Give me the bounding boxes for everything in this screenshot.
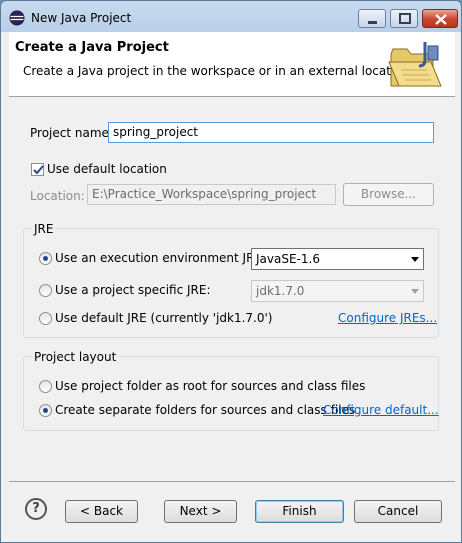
page-description: Create a Java project in the workspace o… <box>23 64 414 78</box>
eclipse-icon <box>9 10 25 26</box>
wizard-footer: ? < Back Next > Finish Cancel <box>9 481 455 536</box>
separate-folders-radio[interactable] <box>39 404 52 417</box>
execution-environment-value: JavaSE-1.6 <box>256 252 320 266</box>
java-project-folder-icon <box>388 42 442 87</box>
title-bar[interactable]: New Java Project <box>1 1 461 32</box>
minimize-icon <box>368 21 377 24</box>
finish-button[interactable]: Finish <box>255 500 344 523</box>
project-specific-jre-value: jdk1.7.0 <box>256 284 305 298</box>
use-default-location-checkbox[interactable] <box>31 163 44 176</box>
maximize-icon <box>399 13 411 24</box>
browse-button[interactable]: Browse... <box>343 183 434 206</box>
new-java-project-dialog: New Java Project Create a Java Project C… <box>0 0 462 543</box>
cancel-button[interactable]: Cancel <box>354 500 442 523</box>
page-title: Create a Java Project <box>15 40 169 55</box>
close-button[interactable] <box>422 9 458 28</box>
project-layout-group-label: Project layout <box>32 350 119 364</box>
default-jre-radio[interactable] <box>39 312 52 325</box>
back-button[interactable]: < Back <box>65 500 138 523</box>
execution-environment-label: Use an execution environment JRE: <box>55 251 267 265</box>
window-title: New Java Project <box>31 11 132 25</box>
project-specific-jre-label: Use a project specific JRE: <box>55 283 211 297</box>
execution-environment-radio[interactable] <box>39 252 52 265</box>
configure-jres-link[interactable]: Configure JREs... <box>338 311 437 325</box>
chevron-down-icon <box>411 257 419 262</box>
maximize-button[interactable] <box>390 9 418 28</box>
minimize-button[interactable] <box>358 9 386 28</box>
project-folder-root-radio[interactable] <box>39 380 52 393</box>
chevron-down-icon <box>411 289 419 294</box>
project-layout-group <box>23 356 439 431</box>
help-icon[interactable]: ? <box>25 498 47 520</box>
separate-folders-label: Create separate folders for sources and … <box>55 403 356 417</box>
execution-environment-select[interactable]: JavaSE-1.6 <box>251 248 424 270</box>
wizard-header: Create a Java Project Create a Java proj… <box>9 32 455 97</box>
project-specific-jre-select[interactable]: jdk1.7.0 <box>251 280 424 302</box>
use-default-location-label: Use default location <box>47 162 167 176</box>
project-specific-jre-radio[interactable] <box>39 284 52 297</box>
close-icon <box>435 14 447 25</box>
location-label: Location: <box>30 189 85 203</box>
default-jre-label: Use default JRE (currently 'jdk1.7.0') <box>55 311 273 325</box>
jre-group-label: JRE <box>32 222 56 236</box>
project-folder-root-label: Use project folder as root for sources a… <box>55 379 366 393</box>
next-button[interactable]: Next > <box>164 500 237 523</box>
checkmark-icon <box>33 165 44 175</box>
location-input[interactable]: E:\Practice_Workspace\spring_project <box>87 184 336 205</box>
project-name-label: Project name: <box>30 126 113 140</box>
wizard-content: Project name: spring_project Use default… <box>9 98 455 478</box>
configure-default-link[interactable]: Configure default... <box>323 403 439 417</box>
project-name-input[interactable]: spring_project <box>108 122 434 143</box>
